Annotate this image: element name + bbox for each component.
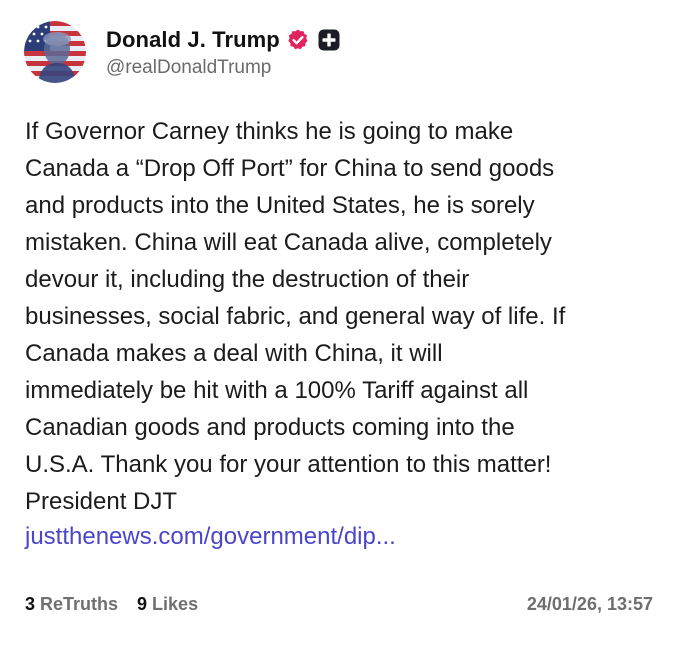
post-timestamp[interactable]: 24/01/26, 13:57 (527, 594, 653, 615)
display-name[interactable]: Donald J. Trump (106, 27, 280, 53)
post-body-text: If Governor Carney thinks he is going to… (25, 118, 566, 515)
retruths-stat[interactable]: 3 ReTruths (25, 594, 118, 615)
name-row: Donald J. Trump (106, 25, 340, 55)
likes-stat[interactable]: 9 Likes (137, 594, 198, 615)
likes-count: 9 (137, 594, 148, 614)
post-header: Donald J. Trump @realDonaldTrump (24, 20, 340, 84)
post-link[interactable]: justthenews.com/government/dip... (25, 518, 396, 555)
author-names: Donald J. Trump @realDonaldTrump (106, 25, 340, 79)
plus-square-icon (318, 29, 340, 51)
verified-badge-icon (286, 28, 310, 52)
likes-label: Likes (152, 594, 199, 614)
avatar[interactable] (24, 21, 86, 83)
post-stats: 3 ReTruths 9 Likes (25, 594, 198, 615)
retruths-label: ReTruths (40, 594, 119, 614)
flag-portrait-avatar-icon (24, 21, 86, 83)
user-handle[interactable]: @realDonaldTrump (106, 57, 340, 79)
retruths-count: 3 (25, 594, 36, 614)
post-card: Donald J. Trump @realDonaldTrump If Gove… (0, 0, 680, 647)
